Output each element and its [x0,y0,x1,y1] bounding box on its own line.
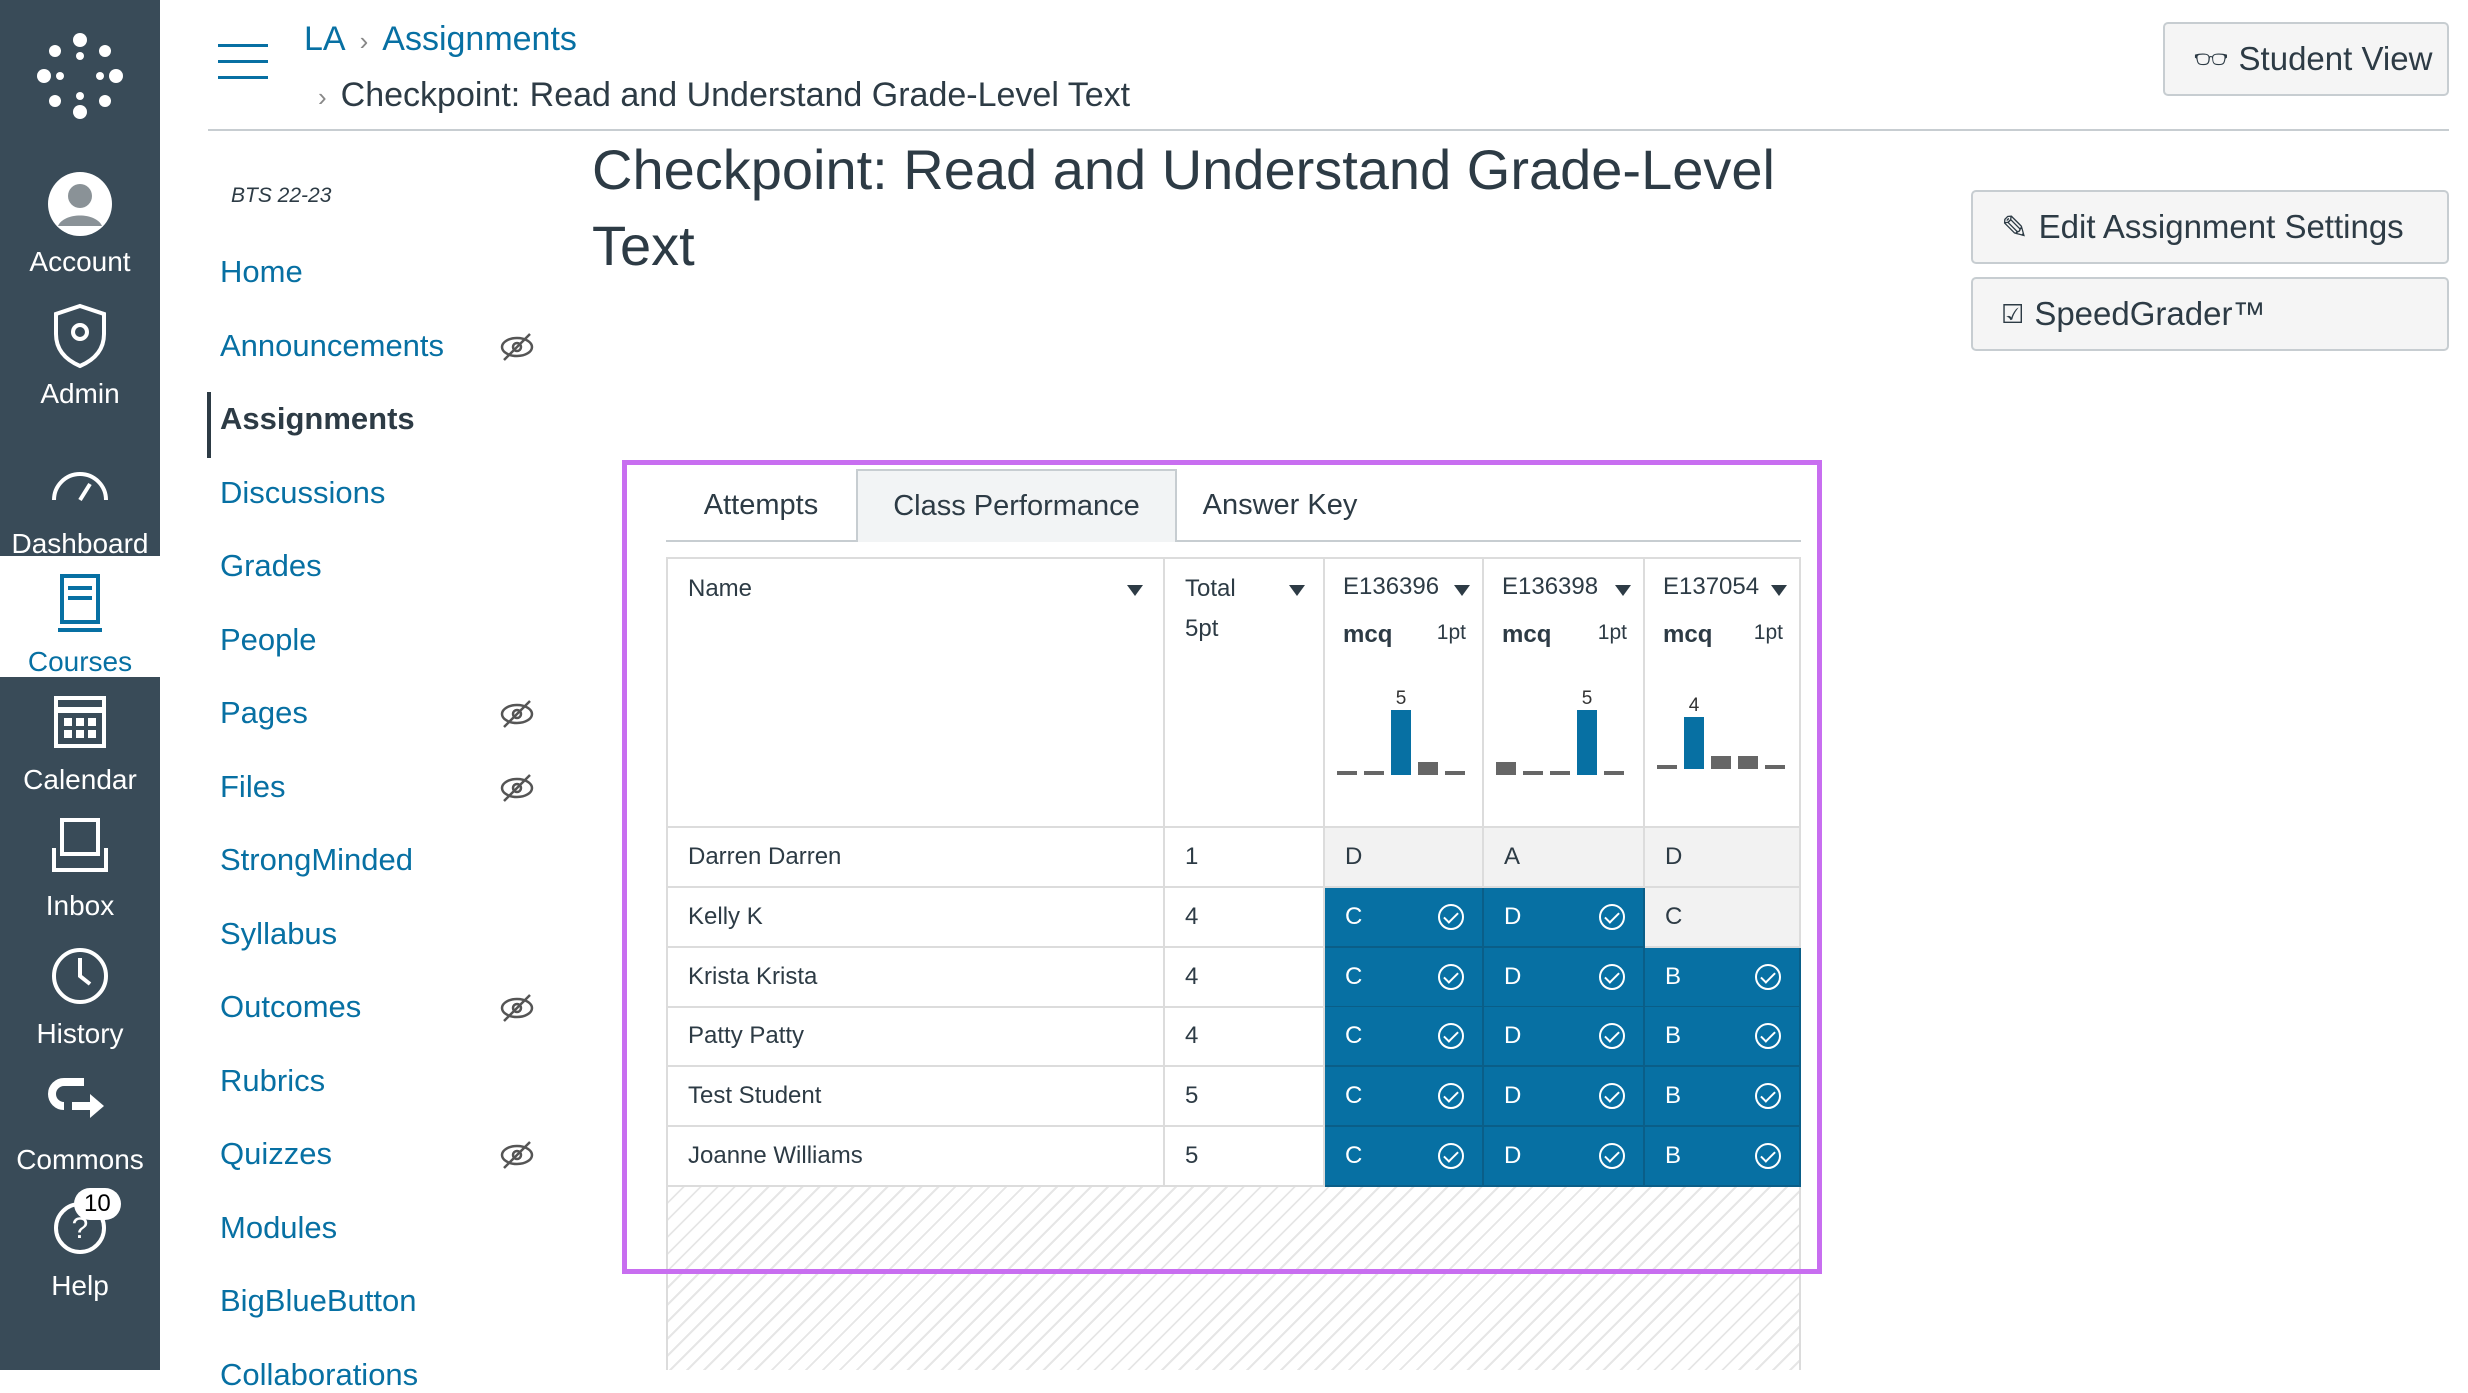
course-nav-strongminded[interactable]: StrongMinded [220,842,413,878]
course-nav-pages[interactable]: Pages [220,695,308,731]
history-icon [0,940,160,1012]
global-nav-label: Dashboard [11,528,149,559]
breadcrumb-course-link[interactable]: LA [304,20,346,58]
course-nav-modules[interactable]: Modules [220,1210,337,1246]
glasses-icon: 👓︎ [2193,43,2229,75]
global-nav-admin[interactable]: Admin [0,300,160,410]
commons-icon [0,1066,160,1138]
edit-assignment-settings-button[interactable]: ✎ Edit Assignment Settings [1971,190,2449,264]
course-nav-people[interactable]: People [220,622,317,658]
calendar-icon [0,686,160,758]
breadcrumb: LA › Assignments › Checkpoint: Read and Und… [304,12,1130,124]
tab-class-performance[interactable]: Class Performance [856,469,1177,542]
dashboard-icon [0,450,160,522]
course-nav-home[interactable]: Home [220,254,303,290]
course-nav-quizzes[interactable]: Quizzes [220,1136,332,1172]
global-nav-label: Inbox [45,890,115,921]
global-nav-label: Admin [40,378,120,409]
global-nav-label: Calendar [23,764,137,795]
global-nav-commons[interactable]: Commons [0,1066,160,1176]
canvas-logo[interactable] [32,28,128,124]
global-nav-history[interactable]: History [0,940,160,1050]
course-nav-grades[interactable]: Grades [220,548,322,584]
global-nav-label: Help [51,1270,109,1301]
admin-shield-icon [0,300,160,372]
account-icon [0,168,160,240]
global-nav-courses[interactable]: Courses [0,556,160,677]
course-nav-bigbluebutton[interactable]: BigBlueButton [220,1283,416,1319]
global-nav-label: Courses [27,646,133,677]
eye-slash-icon [500,699,534,734]
course-nav-syllabus[interactable]: Syllabus [220,916,337,952]
course-nav-announcements[interactable]: Announcements [220,328,444,364]
pencil-icon: ✎ [2001,208,2029,246]
eye-slash-icon [500,332,534,367]
speedgrader-button[interactable]: ☑ SpeedGrader™ [1971,277,2449,351]
breadcrumb-current: Checkpoint: Read and Understand Grade-Le… [340,76,1131,114]
course-term: BTS 22-23 [231,184,332,207]
eye-slash-icon [500,1140,534,1175]
courses-icon [0,568,160,640]
global-nav-label: History [36,1018,124,1049]
course-nav-outcomes[interactable]: Outcomes [220,989,361,1025]
course-nav-discussions[interactable]: Discussions [220,475,385,511]
speedgrader-icon: ☑ [2001,298,2025,329]
inbox-icon [0,812,160,884]
eye-slash-icon [500,773,534,808]
eye-slash-icon [500,993,534,1028]
chevron-right-icon: › [318,82,327,112]
active-nav-indicator [207,392,211,458]
course-nav-collaborations[interactable]: Collaborations [220,1357,418,1393]
header-divider [208,129,2449,131]
global-nav-help[interactable]: ? Help 10 [0,1188,160,1302]
course-nav-assignments[interactable]: Assignments [220,401,415,437]
global-nav-account[interactable]: Account [0,168,160,278]
chevron-right-icon: › [359,26,369,56]
global-nav-dashboard[interactable]: Dashboard [0,450,160,560]
course-nav-rubrics[interactable]: Rubrics [220,1063,325,1099]
breadcrumb-assignments-link[interactable]: Assignments [382,20,577,58]
global-nav-inbox[interactable]: Inbox [0,812,160,922]
global-nav-label: Commons [16,1144,144,1175]
page-title: Checkpoint: Read and Understand Grade-Le… [592,138,1775,277]
student-view-button[interactable]: 👓︎ Student View [2163,22,2449,96]
global-nav-label: Account [29,246,131,277]
hamburger-menu-button[interactable] [218,44,268,80]
help-notification-badge: 10 [74,1188,121,1220]
global-navigation: Account Admin Dashboard Courses Calendar Inbo… [0,0,160,1370]
global-nav-calendar[interactable]: Calendar [0,686,160,796]
highlight-box [622,460,1822,1274]
course-nav-files[interactable]: Files [220,769,285,805]
